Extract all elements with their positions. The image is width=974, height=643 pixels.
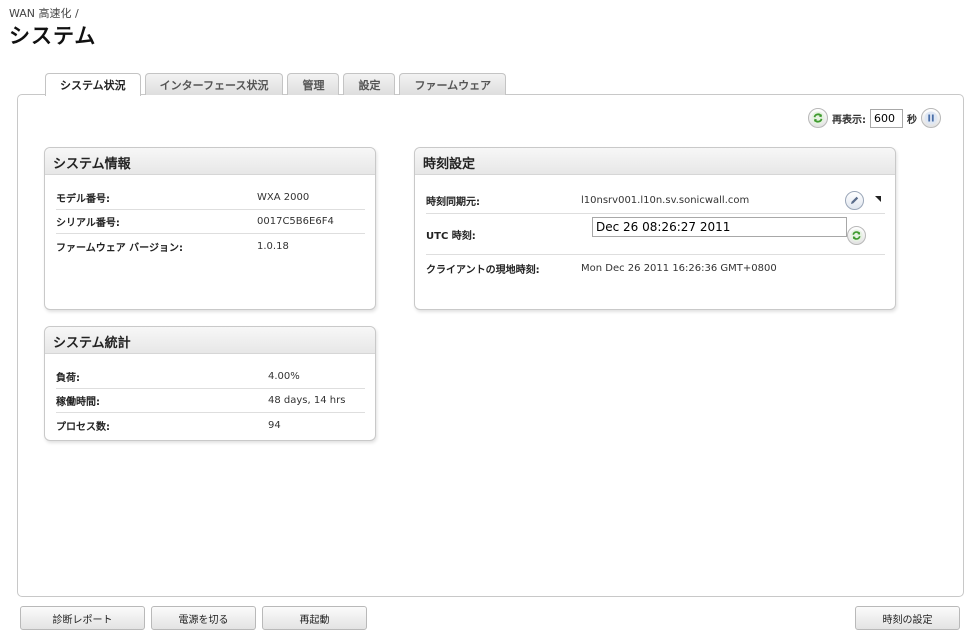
refresh-button[interactable] [808,108,828,128]
time-sync-label: 時刻同期元: [426,197,480,208]
edit-time-sync-button[interactable] [845,191,864,210]
model-row: モデル番号: WXA 2000 [56,186,365,210]
serial-row: シリアル番号: 0017C5B6E6F4 [56,210,365,234]
firmware-label: ファームウェア バージョン: [56,242,183,254]
utc-time-row: UTC 時刻: [426,214,885,255]
uptime-label: 稼働時間: [56,397,100,408]
firmware-value: 1.0.18 [257,240,289,252]
time-settings-card: 時刻設定 時刻同期元: l10nsrv001.l10n.sv.sonicwall… [414,147,896,310]
model-value: WXA 2000 [257,192,310,203]
model-label: モデル番号: [56,194,110,205]
diagnostic-report-button[interactable]: 診断レポート [20,606,145,630]
time-sync-row: 時刻同期元: l10nsrv001.l10n.sv.sonicwall.com [426,188,885,214]
system-stats-card: システム統計 負荷: 4.00% 稼働時間: 48 days, 14 hrs プ… [44,326,376,441]
pencil-icon [851,196,859,204]
restart-button[interactable]: 再起動 [262,606,367,630]
pause-button[interactable] [921,108,941,128]
process-count-value: 94 [268,419,281,431]
tab-management[interactable]: 管理 [287,73,340,95]
refresh-interval-input[interactable] [870,108,903,128]
load-label: 負荷: [56,373,80,384]
uptime-value: 48 days, 14 hrs [268,395,346,406]
load-value: 4.00% [268,371,300,382]
client-time-row: クライアントの現地時刻: Mon Dec 26 2011 16:26:36 GM… [426,255,885,281]
dropdown-arrow-icon[interactable] [875,196,881,202]
tab-firmware[interactable]: ファームウェア [399,73,507,95]
tab-interface-status[interactable]: インターフェース状況 [144,73,284,95]
refresh-bar: 再表示: 秒 [808,108,941,128]
firmware-row: ファームウェア バージョン: 1.0.18 [56,234,365,258]
refresh-icon [850,229,863,242]
utc-time-label: UTC 時刻: [426,230,476,242]
system-stats-title: システム統計 [45,327,375,354]
time-sync-value: l10nsrv001.l10n.sv.sonicwall.com [581,195,750,206]
power-off-button[interactable]: 電源を切る [151,606,256,630]
load-row: 負荷: 4.00% [56,365,365,389]
time-settings-title: 時刻設定 [415,148,895,175]
tab-system-status[interactable]: システム状況 [45,73,141,96]
main-panel: 再表示: 秒 システム情報 モデル番号: WXA 2000 シリアル番号: 00… [17,94,964,597]
serial-value: 0017C5B6E6F4 [257,216,334,227]
tab-bar: システム状況 インターフェース状況 管理 設定 ファームウェア [45,73,507,96]
time-settings-button[interactable]: 時刻の設定 [855,606,960,630]
refresh-unit: 秒 [907,114,917,126]
page-title: システム [9,24,97,48]
serial-label: シリアル番号: [56,218,120,229]
process-count-label: プロセス数: [56,421,110,433]
utc-time-input[interactable] [592,217,847,237]
client-time-label: クライアントの現地時刻: [426,264,540,276]
uptime-row: 稼働時間: 48 days, 14 hrs [56,389,365,413]
pause-icon [924,111,938,125]
client-time-value: Mon Dec 26 2011 16:26:36 GMT+0800 [581,262,777,274]
refresh-label: 再表示: [832,114,866,126]
breadcrumb: WAN 高速化 / [9,7,79,20]
refresh-icon [811,111,825,125]
utc-sync-button[interactable] [847,226,866,245]
process-count-row: プロセス数: 94 [56,413,365,437]
system-info-title: システム情報 [45,148,375,175]
system-info-card: システム情報 モデル番号: WXA 2000 シリアル番号: 0017C5B6E… [44,147,376,310]
tab-settings[interactable]: 設定 [343,73,396,95]
